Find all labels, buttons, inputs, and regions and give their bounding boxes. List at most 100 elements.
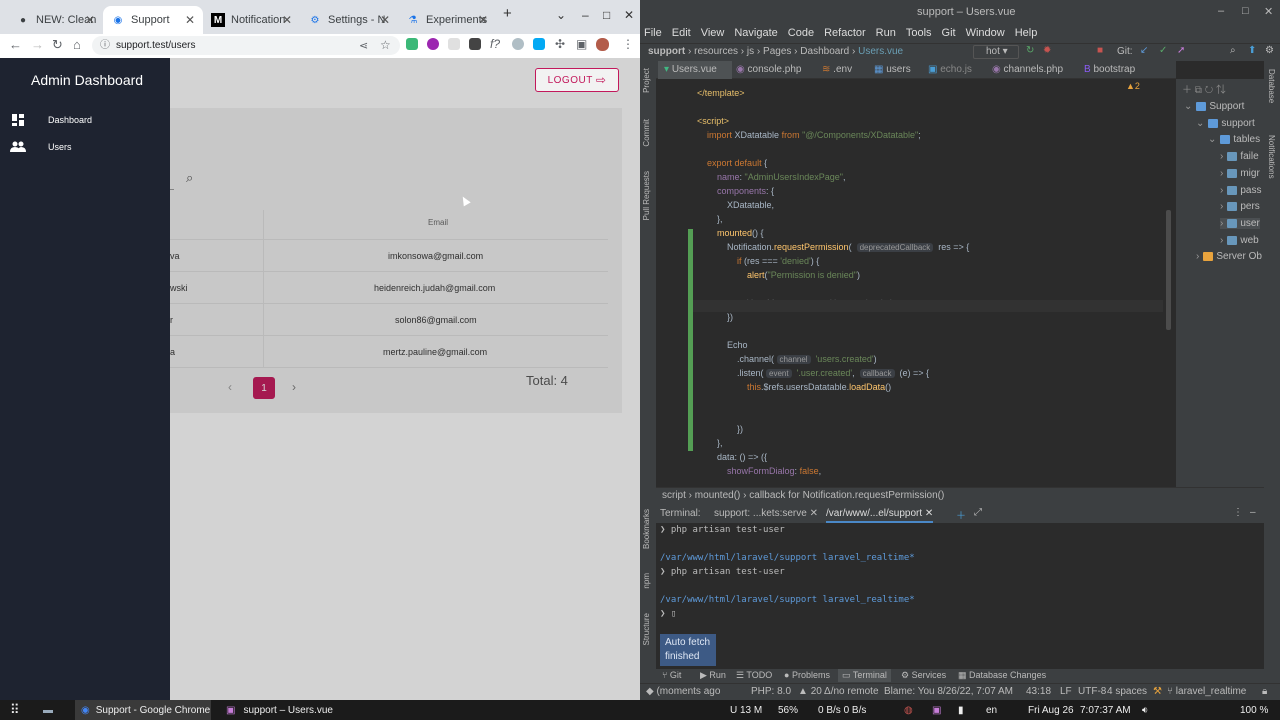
stop-icon[interactable]: ■	[1097, 45, 1103, 56]
menu-git[interactable]: Git	[942, 27, 956, 39]
vue-devtools-icon[interactable]	[406, 38, 418, 50]
tree-item[interactable]: ⌄ tables	[1208, 134, 1260, 145]
sidebar-item-dashboard[interactable]: Dashboard	[10, 111, 92, 129]
tree-item[interactable]: ⌄ Support	[1184, 101, 1244, 112]
code-editor[interactable]: </template> <script> import XDatatable fr…	[656, 79, 1176, 487]
file-encoding[interactable]: UTF-8	[1078, 686, 1106, 697]
tab-users[interactable]: ▦ users	[874, 61, 911, 79]
menu-window[interactable]: Window	[966, 27, 1005, 39]
tree-item[interactable]: › web	[1220, 235, 1259, 246]
close-icon[interactable]: ✕	[282, 13, 292, 27]
menu-view[interactable]: View	[701, 27, 725, 39]
git-push-icon[interactable]: ➚	[1177, 45, 1185, 56]
chevron-right-icon[interactable]: ›	[1220, 168, 1223, 179]
line-separator[interactable]: LF	[1060, 686, 1072, 697]
build-icon[interactable]: ↻	[1026, 45, 1034, 56]
add-terminal-icon[interactable]: ＋	[956, 507, 966, 522]
chevron-right-icon[interactable]: ›	[1196, 251, 1199, 262]
chevron-down-icon[interactable]: ⌄	[1184, 101, 1192, 112]
debug-icon[interactable]: ✹	[1043, 45, 1051, 56]
browser-tab[interactable]: M Notification ✕	[203, 6, 300, 34]
extension-icon[interactable]	[448, 38, 460, 50]
breadcrumb-file[interactable]: Users.vue	[858, 46, 903, 57]
crumb-script[interactable]: script	[662, 490, 686, 501]
npm-tool-tab[interactable]: npm	[642, 573, 651, 589]
menu-navigate[interactable]: Navigate	[734, 27, 777, 39]
structure-tool-tab[interactable]: Structure	[642, 613, 651, 645]
kebab-menu-icon[interactable]: ⋮	[622, 37, 634, 51]
tree-item[interactable]: › faile	[1220, 151, 1259, 162]
close-icon[interactable]: ✕	[478, 13, 488, 27]
tray-icon[interactable]: ◍	[904, 700, 913, 720]
menu-help[interactable]: Help	[1015, 27, 1038, 39]
tree-item[interactable]: › pass	[1220, 185, 1261, 196]
maximize-icon[interactable]: □	[1242, 5, 1249, 17]
taskbar-item-chrome[interactable]: ◉ Support - Google Chrome	[75, 700, 211, 720]
breadcrumb-folder[interactable]: resources	[694, 46, 738, 57]
database-tool-tab[interactable]: Database	[1267, 69, 1276, 103]
expand-icon[interactable]: ⤢	[974, 507, 982, 518]
chevron-down-icon[interactable]: ⌄	[556, 8, 566, 22]
close-icon[interactable]: ✕	[85, 13, 95, 27]
php-version[interactable]: PHP: 8.0	[751, 686, 791, 697]
extension-icon[interactable]	[533, 38, 545, 50]
tree-item[interactable]: › user	[1220, 217, 1260, 229]
minimize-icon[interactable]: –	[582, 8, 589, 22]
options-icon[interactable]: ⋮	[1233, 507, 1243, 518]
date-display[interactable]: Fri Aug 26	[1028, 700, 1074, 720]
reload-icon[interactable]: ↻	[52, 37, 63, 53]
tool-todo[interactable]: ☰ TODO	[736, 670, 772, 681]
address-bar[interactable]: ⓘ support.test/users	[92, 36, 400, 55]
tab-channels-php[interactable]: ◉ channels.php	[992, 61, 1063, 79]
files-icon[interactable]: ▬	[43, 700, 53, 720]
tray-icon[interactable]: ▮	[958, 700, 964, 720]
extension-icon[interactable]	[512, 38, 524, 50]
menu-tools[interactable]: Tools	[906, 27, 932, 39]
taskbar-item-ide[interactable]: ▣ support – Users.vue	[226, 700, 333, 720]
chevron-right-icon[interactable]: ›	[1220, 151, 1223, 162]
terminal-tab-active[interactable]: /var/www/...el/support ✕	[826, 505, 934, 523]
tool-problems[interactable]: ● Problems	[784, 670, 830, 680]
caret-position[interactable]: 43:18	[1026, 686, 1051, 697]
commit-tool-tab[interactable]: Commit	[642, 119, 651, 147]
remote-status[interactable]: ▲ 20 Δ/no remote	[798, 686, 879, 697]
crumb-callback[interactable]: callback for Notification.requestPermiss…	[749, 490, 944, 501]
breadcrumb-folder[interactable]: Dashboard	[800, 46, 849, 57]
minimize-icon[interactable]: –	[1218, 5, 1224, 17]
chevron-right-icon[interactable]: ›	[1220, 218, 1223, 229]
extension-icon[interactable]	[427, 38, 439, 50]
terminal-output[interactable]: ❯ php artisan test-user /var/www/html/la…	[656, 523, 1264, 669]
menu-run[interactable]: Run	[876, 27, 896, 39]
new-tab-button[interactable]: +	[503, 5, 512, 22]
git-update-icon[interactable]: ↙	[1140, 45, 1148, 56]
chevron-down-icon[interactable]: ⌄	[1208, 134, 1216, 145]
back-icon[interactable]: ←	[9, 37, 22, 52]
browser-tab[interactable]: ⚙ Settings - N ✕	[300, 6, 398, 34]
app-grid-icon[interactable]: ⠿	[10, 700, 20, 720]
terminal-tab[interactable]: support: ...kets:serve ✕	[714, 508, 818, 519]
menu-refactor[interactable]: Refactor	[824, 27, 866, 39]
browser-tab[interactable]: ● NEW: Clean ✕	[8, 6, 103, 34]
avatar[interactable]	[596, 38, 609, 51]
tree-item[interactable]: ⌄ support	[1196, 118, 1255, 129]
chevron-right-icon[interactable]: ›	[1220, 235, 1223, 246]
tab-env[interactable]: ≋ .env	[822, 61, 852, 79]
chevron-down-icon[interactable]: ⌄	[1196, 118, 1204, 129]
breadcrumb-project[interactable]: support	[648, 46, 685, 57]
tree-item[interactable]: › migr	[1220, 168, 1260, 179]
tab-console-php[interactable]: ◉ console.php	[736, 61, 801, 79]
tool-git[interactable]: ⑂ Git	[662, 670, 681, 680]
share-icon[interactable]: ⋖	[359, 39, 368, 52]
extension-icon[interactable]	[469, 38, 481, 50]
project-tool-tab[interactable]: Project	[642, 68, 651, 93]
fx-icon[interactable]: f?	[490, 37, 500, 51]
tool-terminal[interactable]: ▭ Terminal	[838, 669, 891, 682]
tool-services[interactable]: ⚙ Services	[901, 670, 946, 681]
tab-users-vue[interactable]: ▾ Users.vue	[658, 61, 732, 79]
close-window-icon[interactable]: ✕	[1264, 5, 1273, 18]
close-window-icon[interactable]: ✕	[624, 8, 634, 22]
crumb-mounted[interactable]: mounted()	[695, 490, 741, 501]
lock-icon[interactable]: 🔒︎	[1262, 686, 1267, 697]
close-icon[interactable]: ✕	[185, 13, 195, 27]
puzzle-icon[interactable]: ✣	[555, 37, 565, 51]
